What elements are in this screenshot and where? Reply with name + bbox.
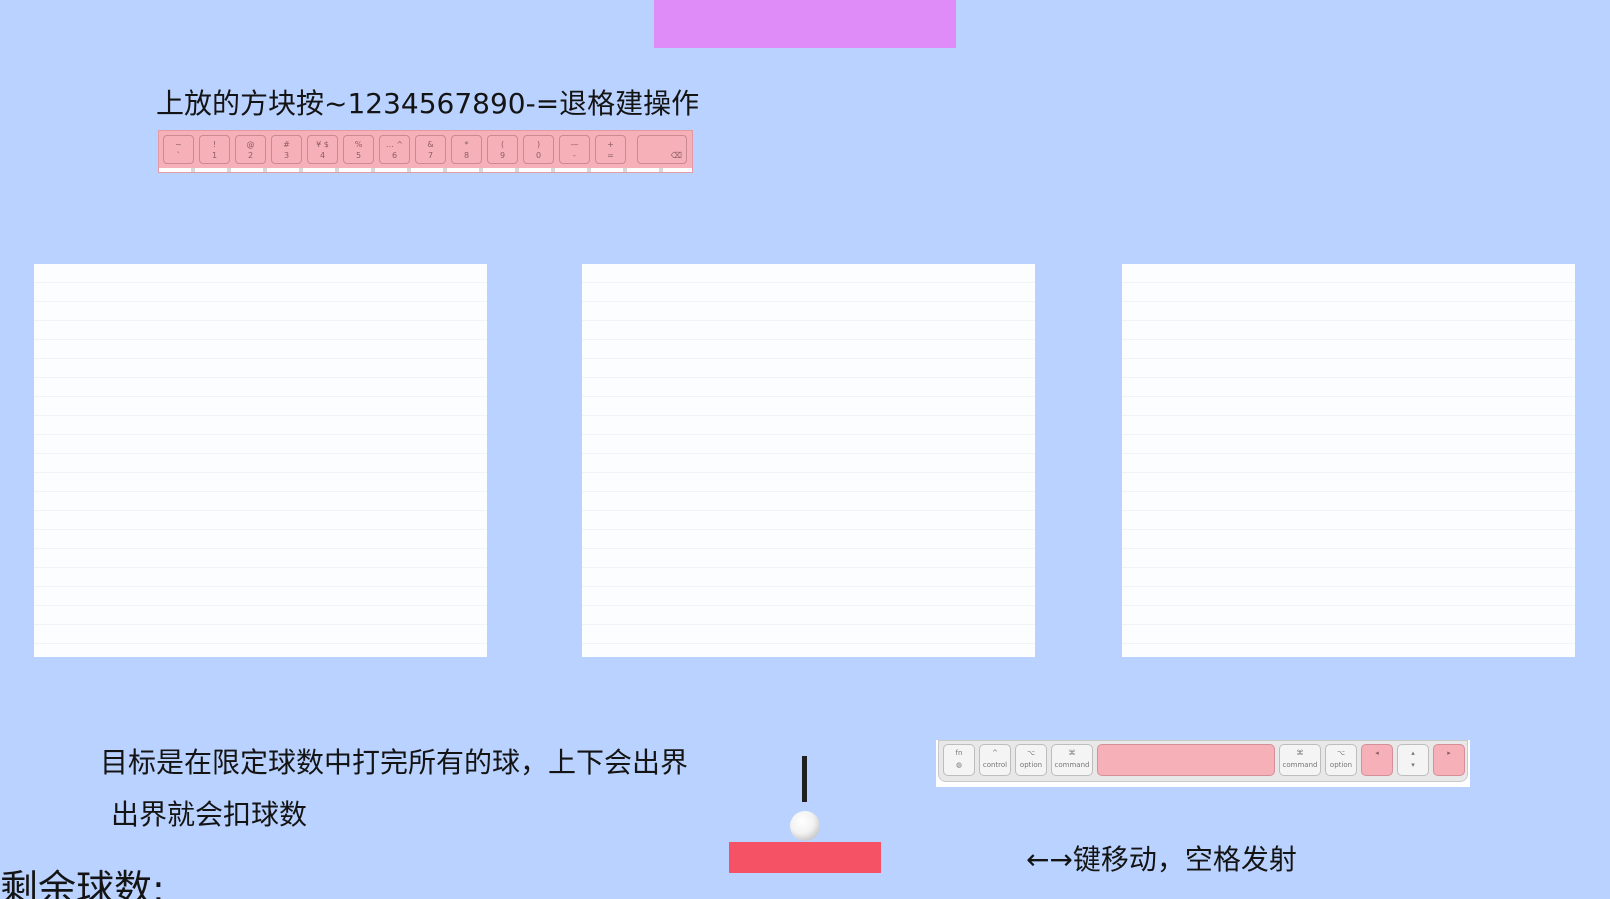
key-7[interactable]: & 7	[415, 135, 446, 164]
key-option-right[interactable]: ⌥ option	[1325, 744, 1357, 776]
key-0[interactable]: ) 0	[523, 135, 554, 164]
number-row-keyboard: ~ ` ! 1 @2 #3 ¥ $4 % 5 … ^ 6 & 7 * 8 (9 ) 0 — - …	[158, 130, 693, 173]
key-arrow-left[interactable]: ◂	[1361, 744, 1393, 776]
key-equals[interactable]: + =	[595, 135, 626, 164]
block-panel-center	[582, 264, 1035, 657]
aim-indicator	[802, 756, 807, 802]
key-minus[interactable]: — -	[559, 135, 590, 164]
key-fn[interactable]: fn ◍	[943, 744, 975, 776]
top-block	[654, 0, 956, 48]
key-9[interactable]: (9	[487, 135, 518, 164]
ball	[790, 811, 820, 841]
key-5[interactable]: % 5	[343, 135, 374, 164]
block-panel-left	[34, 264, 487, 657]
key-2[interactable]: @2	[235, 135, 266, 164]
key-arrow-right[interactable]: ▸	[1433, 744, 1465, 776]
key-1[interactable]: ! 1	[199, 135, 230, 164]
key-backspace[interactable]: ⌫	[637, 135, 687, 164]
key-4[interactable]: ¥ $4	[307, 135, 338, 164]
goal-instruction: 目标是在限定球数中打完所有的球，上下会出界	[100, 746, 689, 779]
key-control[interactable]: ^ control	[979, 744, 1011, 776]
key-6[interactable]: … ^ 6	[379, 135, 410, 164]
key-command-left[interactable]: ⌘ command	[1051, 744, 1093, 776]
key-option-left[interactable]: ⌥ option	[1015, 744, 1047, 776]
top-instruction: 上放的方块按~1234567890-=退格建操作	[156, 87, 700, 120]
key-arrow-up-down[interactable]: ▴ ▾	[1397, 744, 1429, 776]
key-8[interactable]: * 8	[451, 135, 482, 164]
keyboard-next-row-edge	[159, 168, 692, 172]
key-command-right[interactable]: ⌘ command	[1279, 744, 1321, 776]
bottom-row-keyboard: fn ◍ ^ control ⌥ option ⌘ command ⌘ command ⌥…	[936, 740, 1470, 787]
key-backtick[interactable]: ~ `	[163, 135, 194, 164]
remaining-balls-label: 剩余球数:	[0, 867, 165, 899]
move-instruction: ←→键移动，空格发射	[1026, 843, 1297, 876]
game-stage: 上放的方块按~1234567890-=退格建操作 ~ ` ! 1 @2 #3 ¥ $…	[0, 0, 1610, 899]
paddle	[729, 842, 881, 873]
block-panel-right	[1122, 264, 1575, 657]
key-space[interactable]	[1097, 744, 1275, 776]
key-3[interactable]: #3	[271, 135, 302, 164]
goal-instruction-2: 出界就会扣球数	[111, 798, 308, 831]
